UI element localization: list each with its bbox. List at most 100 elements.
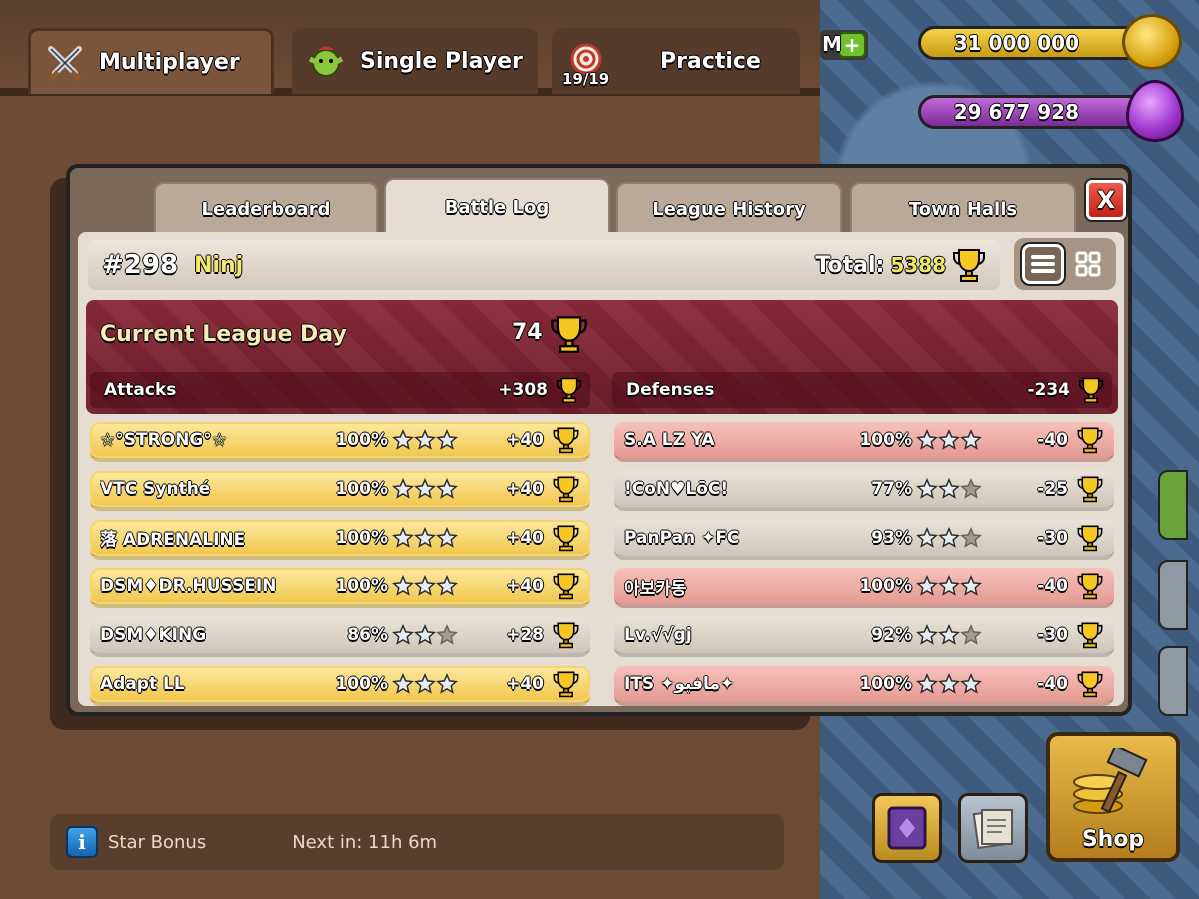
tab-league-history[interactable]: League History xyxy=(616,182,842,234)
opponent-name: DSM♦DR.HUSSEIN xyxy=(100,576,277,597)
star-earned-icon xyxy=(414,672,436,694)
total-trophies: 5388 xyxy=(890,253,946,277)
star-earned-icon xyxy=(392,575,414,597)
defense-log-row[interactable]: 아보카동 100% -40 xyxy=(614,568,1114,609)
opponent-name: ☆°STRONG°☆ xyxy=(100,430,228,450)
attack-log-row[interactable]: DSM♦DR.HUSSEIN 100% +40 xyxy=(90,568,590,609)
trophy-change: -40 xyxy=(1037,576,1068,597)
star-earned-icon xyxy=(938,624,960,645)
star-earned-icon xyxy=(916,624,938,645)
star-earned-icon xyxy=(938,575,960,597)
stars-rating xyxy=(916,429,986,451)
defense-log-row[interactable]: !CoN♥LōC! 77% -25 xyxy=(614,470,1114,511)
stars-rating xyxy=(392,672,462,695)
tab-multiplayer-label: Multiplayer xyxy=(99,50,240,75)
destruction-percent: 100% xyxy=(859,673,912,694)
trophy-icon xyxy=(553,622,579,649)
trophy-change: +40 xyxy=(506,478,544,499)
battle-log-modal: Leaderboard Battle Log League History To… xyxy=(66,164,1132,716)
star-earned-icon xyxy=(436,575,458,597)
tab-battle-log[interactable]: Battle Log xyxy=(384,178,610,234)
total-label: Total: xyxy=(815,252,885,278)
side-edge-button[interactable] xyxy=(1158,560,1188,630)
defense-log-row[interactable]: S.A LZ YA 100% -40 xyxy=(614,422,1114,462)
trophy-icon xyxy=(553,671,579,698)
star-earned-icon xyxy=(392,526,414,548)
side-edge-button[interactable] xyxy=(1158,470,1188,540)
practice-count: 19/19 xyxy=(562,70,610,88)
trophy-change: +40 xyxy=(506,576,544,597)
tab-town-halls[interactable]: Town Halls xyxy=(850,182,1076,234)
shop-button[interactable]: Shop xyxy=(1046,732,1180,862)
stars-rating xyxy=(392,429,462,451)
attack-log-row[interactable]: ☆°STRONG°☆ 100% +40 xyxy=(90,422,590,462)
add-gems-button[interactable]: + xyxy=(838,32,866,58)
star-earned-icon xyxy=(938,672,960,694)
attack-log-row[interactable]: DSM♦KING 86% +28 xyxy=(90,617,590,658)
star-earned-icon xyxy=(916,477,938,499)
attack-log-row[interactable]: 落 ADRENALINE 100% +40 xyxy=(90,519,590,560)
battle-log-body: #298 Ninj Total: 5388 Current League Day… xyxy=(78,232,1124,706)
destruction-percent: 100% xyxy=(335,576,388,597)
tab-leaderboard[interactable]: Leaderboard xyxy=(154,182,378,234)
stars-rating xyxy=(916,477,986,500)
defense-log-row[interactable]: Lv.√√gj 92% -30 xyxy=(614,617,1114,658)
star-earned-icon xyxy=(392,477,414,499)
trophy-icon xyxy=(553,573,579,600)
gold-amount: 31 000 000 xyxy=(953,31,1079,55)
notes-button[interactable] xyxy=(958,793,1028,863)
destruction-percent: 93% xyxy=(871,527,912,548)
league-day-title: Current League Day xyxy=(100,322,347,347)
tab-practice-label: Practice xyxy=(660,48,761,74)
trophy-icon xyxy=(553,427,579,454)
star-empty-icon xyxy=(960,624,982,645)
star-earned-icon xyxy=(916,575,938,597)
trophy-change: +28 xyxy=(506,625,544,646)
defense-log-row[interactable]: ITS ✦مافيو✦ 100% -40 xyxy=(614,665,1114,706)
notes-icon xyxy=(972,808,1013,850)
opponent-name: PanPan ✦FC xyxy=(624,527,740,548)
tab-single-player[interactable]: Single Player xyxy=(292,28,538,94)
defenses-summary: Defenses -234 xyxy=(612,372,1112,408)
defenses-label: Defenses xyxy=(626,380,715,400)
grid-view-button[interactable] xyxy=(1067,244,1109,284)
list-view-button[interactable] xyxy=(1021,244,1064,284)
star-earned-icon xyxy=(960,429,982,450)
attack-log-row[interactable]: VTC Synthé 100% +40 xyxy=(90,470,590,511)
tab-practice[interactable]: 19/19 Practice xyxy=(552,28,800,94)
trophy-change: -40 xyxy=(1037,430,1068,450)
tab-single-player-label: Single Player xyxy=(360,48,523,74)
spell-book-button[interactable] xyxy=(872,793,942,863)
player-name: Ninj xyxy=(194,252,244,278)
defense-log-row[interactable]: PanPan ✦FC 93% -30 xyxy=(614,519,1114,560)
tab-multiplayer[interactable]: Multiplayer xyxy=(28,28,274,94)
info-icon[interactable]: i xyxy=(66,826,98,858)
player-rank: #298 xyxy=(102,250,179,280)
defenses-total: -234 xyxy=(1027,380,1070,400)
settings-edge-button[interactable] xyxy=(1158,646,1188,716)
star-earned-icon xyxy=(938,477,960,499)
star-earned-icon xyxy=(960,672,982,694)
star-earned-icon xyxy=(414,477,436,499)
stars-rating xyxy=(392,526,462,549)
crossed-swords-icon xyxy=(43,41,87,85)
star-earned-icon xyxy=(436,672,458,694)
close-button[interactable]: X xyxy=(1086,180,1126,220)
stars-rating xyxy=(916,575,986,597)
destruction-percent: 86% xyxy=(347,625,388,646)
opponent-name: !CoN♥LōC! xyxy=(624,478,729,499)
attack-log-row[interactable]: Adapt LL 100% +40 xyxy=(90,665,590,706)
destruction-percent: 100% xyxy=(335,673,388,694)
destruction-percent: 100% xyxy=(335,527,388,548)
destruction-percent: 100% xyxy=(335,430,388,450)
star-earned-icon xyxy=(414,575,436,597)
trophy-change: -30 xyxy=(1037,527,1068,548)
star-earned-icon xyxy=(414,429,436,450)
elixir-bar: 29 677 928 xyxy=(918,95,1154,129)
attacks-label: Attacks xyxy=(104,380,177,400)
list-view-icon xyxy=(1030,255,1055,273)
opponent-name: VTC Synthé xyxy=(100,478,211,499)
stars-rating xyxy=(392,477,462,500)
trophy-icon xyxy=(556,377,582,403)
star-earned-icon xyxy=(916,429,938,450)
